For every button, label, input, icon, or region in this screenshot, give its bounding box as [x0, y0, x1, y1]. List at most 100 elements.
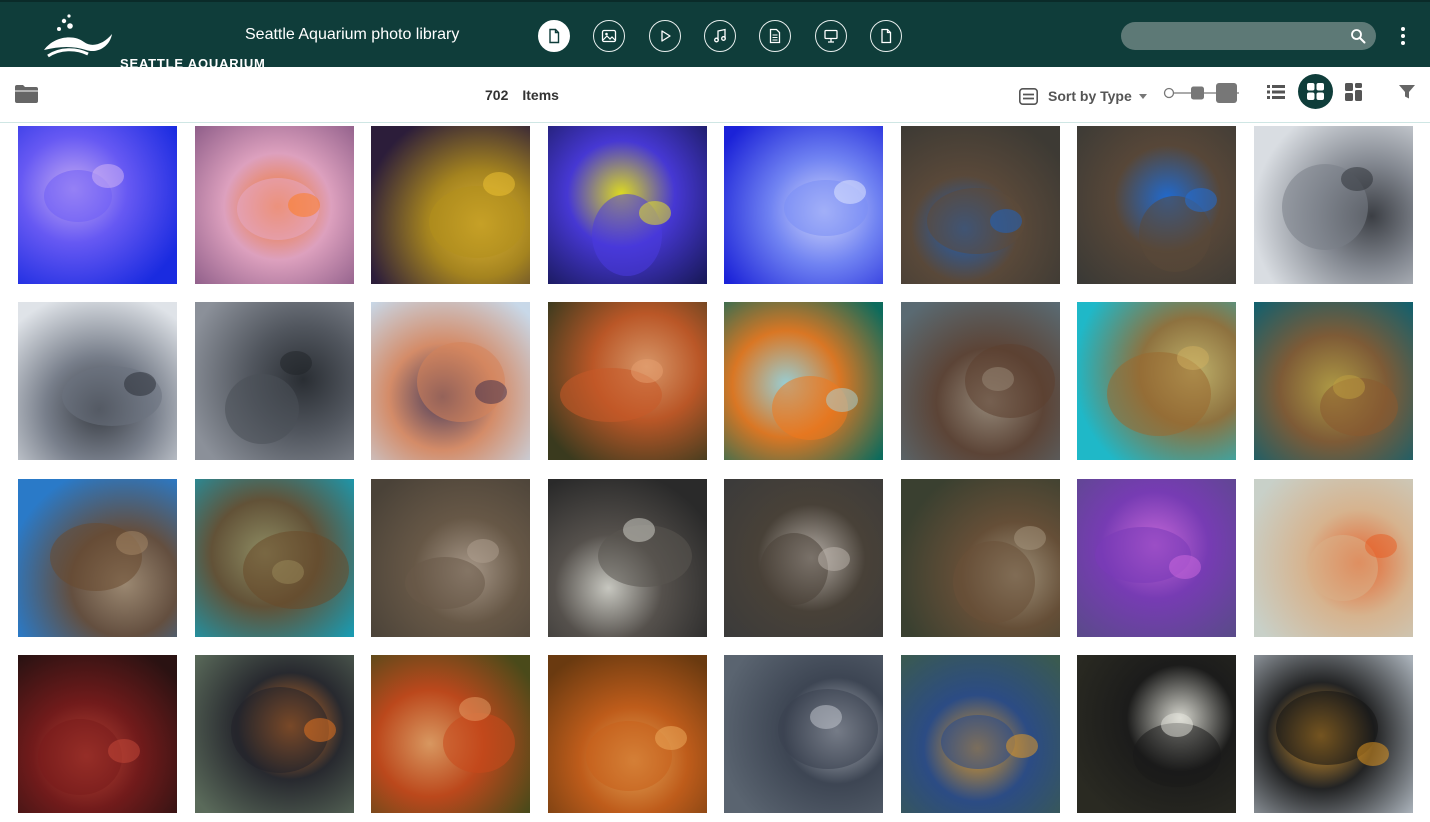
photo-thumbnail[interactable]	[1254, 655, 1413, 813]
photo-thumbnail[interactable]	[548, 479, 707, 637]
music-icon	[714, 28, 726, 43]
photo-thumbnail[interactable]	[195, 655, 354, 813]
seattle-aquarium-logo[interactable]: SEATTLE AQUARIUM	[40, 12, 265, 71]
photo-image	[1077, 302, 1236, 460]
photo-thumbnail[interactable]	[1077, 126, 1236, 284]
photo-image	[18, 479, 177, 637]
photo-image	[371, 479, 530, 637]
document-icon	[549, 28, 560, 44]
photo-thumbnail[interactable]	[1254, 302, 1413, 460]
photo-image	[1254, 479, 1413, 637]
filter-videos-button[interactable]	[649, 20, 681, 52]
text-document-icon	[769, 28, 781, 44]
toolbar: 702 Items Sort by Type	[0, 67, 1430, 123]
file-icon	[881, 28, 892, 44]
photo-image	[18, 126, 177, 284]
photo-thumbnail[interactable]	[901, 302, 1060, 460]
photo-thumbnail[interactable]	[901, 479, 1060, 637]
search-input[interactable]	[1133, 26, 1347, 48]
photo-image	[548, 302, 707, 460]
photo-thumbnail[interactable]	[901, 655, 1060, 813]
photo-image	[724, 655, 883, 813]
filter-presentations-button[interactable]	[815, 20, 847, 52]
photo-image	[548, 655, 707, 813]
photo-thumbnail[interactable]	[371, 302, 530, 460]
folder-icon[interactable]	[14, 84, 39, 104]
photo-thumbnail[interactable]	[548, 126, 707, 284]
item-count-number: 702	[485, 87, 509, 103]
photo-thumbnail[interactable]	[901, 126, 1060, 284]
photo-image	[195, 126, 354, 284]
filter-audio-button[interactable]	[704, 20, 736, 52]
photo-thumbnail[interactable]	[548, 655, 707, 813]
image-icon	[601, 29, 617, 43]
photo-thumbnail[interactable]	[1254, 126, 1413, 284]
item-count-label: Items	[522, 87, 559, 103]
filter-text-documents-button[interactable]	[759, 20, 791, 52]
photo-image	[1254, 655, 1413, 813]
photo-thumbnail[interactable]	[1077, 302, 1236, 460]
photo-image	[901, 126, 1060, 284]
photo-thumbnail[interactable]	[195, 126, 354, 284]
photo-image	[195, 655, 354, 813]
chevron-down-icon	[1138, 93, 1147, 99]
photo-thumbnail[interactable]	[195, 479, 354, 637]
grid-view-icon	[1307, 83, 1324, 100]
photo-image	[901, 655, 1060, 813]
photo-image	[901, 479, 1060, 637]
more-options-icon[interactable]	[1396, 24, 1410, 48]
app-header: SEATTLE AQUARIUM Seattle Aquarium photo …	[0, 0, 1430, 71]
filter-images-button[interactable]	[593, 20, 625, 52]
photo-thumbnail[interactable]	[371, 655, 530, 813]
photo-thumbnail[interactable]	[548, 302, 707, 460]
sort-icon	[1019, 87, 1038, 105]
photo-thumbnail[interactable]	[724, 126, 883, 284]
mosaic-view-icon[interactable]	[1344, 82, 1364, 102]
play-icon	[661, 30, 671, 42]
item-count: 702 Items	[485, 87, 559, 103]
photo-thumbnail[interactable]	[371, 126, 530, 284]
sort-label: Sort by Type	[1048, 88, 1132, 104]
thumbnail-size-slider[interactable]	[1163, 82, 1243, 104]
photo-thumbnail[interactable]	[724, 479, 883, 637]
photo-image	[1077, 126, 1236, 284]
photo-image	[371, 655, 530, 813]
photo-thumbnail[interactable]	[724, 655, 883, 813]
photo-thumbnail[interactable]	[195, 302, 354, 460]
photo-image	[1077, 479, 1236, 637]
photo-image	[371, 126, 530, 284]
photo-image	[901, 302, 1060, 460]
photo-image	[724, 479, 883, 637]
photo-image	[548, 126, 707, 284]
search-box[interactable]	[1121, 22, 1376, 50]
filter-all-documents-button[interactable]	[538, 20, 570, 52]
photo-image	[18, 655, 177, 813]
filter-icon[interactable]	[1398, 84, 1416, 100]
photo-thumbnail[interactable]	[1254, 479, 1413, 637]
list-view-icon[interactable]	[1266, 82, 1286, 102]
photo-thumbnail[interactable]	[18, 302, 177, 460]
photo-image	[1254, 126, 1413, 284]
photo-image	[195, 479, 354, 637]
photo-thumbnail[interactable]	[724, 302, 883, 460]
photo-image	[548, 479, 707, 637]
photo-image	[1077, 655, 1236, 813]
grid-view-button[interactable]	[1298, 74, 1333, 109]
photo-image	[724, 126, 883, 284]
photo-image	[371, 302, 530, 460]
filter-other-files-button[interactable]	[870, 20, 902, 52]
photo-thumbnail[interactable]	[18, 126, 177, 284]
photo-thumbnail[interactable]	[1077, 479, 1236, 637]
photo-image	[724, 302, 883, 460]
photo-image	[195, 302, 354, 460]
photo-thumbnail[interactable]	[371, 479, 530, 637]
presentation-icon	[824, 29, 838, 43]
photo-thumbnail[interactable]	[18, 479, 177, 637]
photo-image	[18, 302, 177, 460]
sort-dropdown[interactable]: Sort by Type	[1019, 85, 1147, 107]
photo-thumbnail[interactable]	[18, 655, 177, 813]
page-title: Seattle Aquarium photo library	[245, 26, 460, 43]
search-icon[interactable]	[1350, 28, 1366, 44]
photo-thumbnail[interactable]	[1077, 655, 1236, 813]
photo-image	[1254, 302, 1413, 460]
